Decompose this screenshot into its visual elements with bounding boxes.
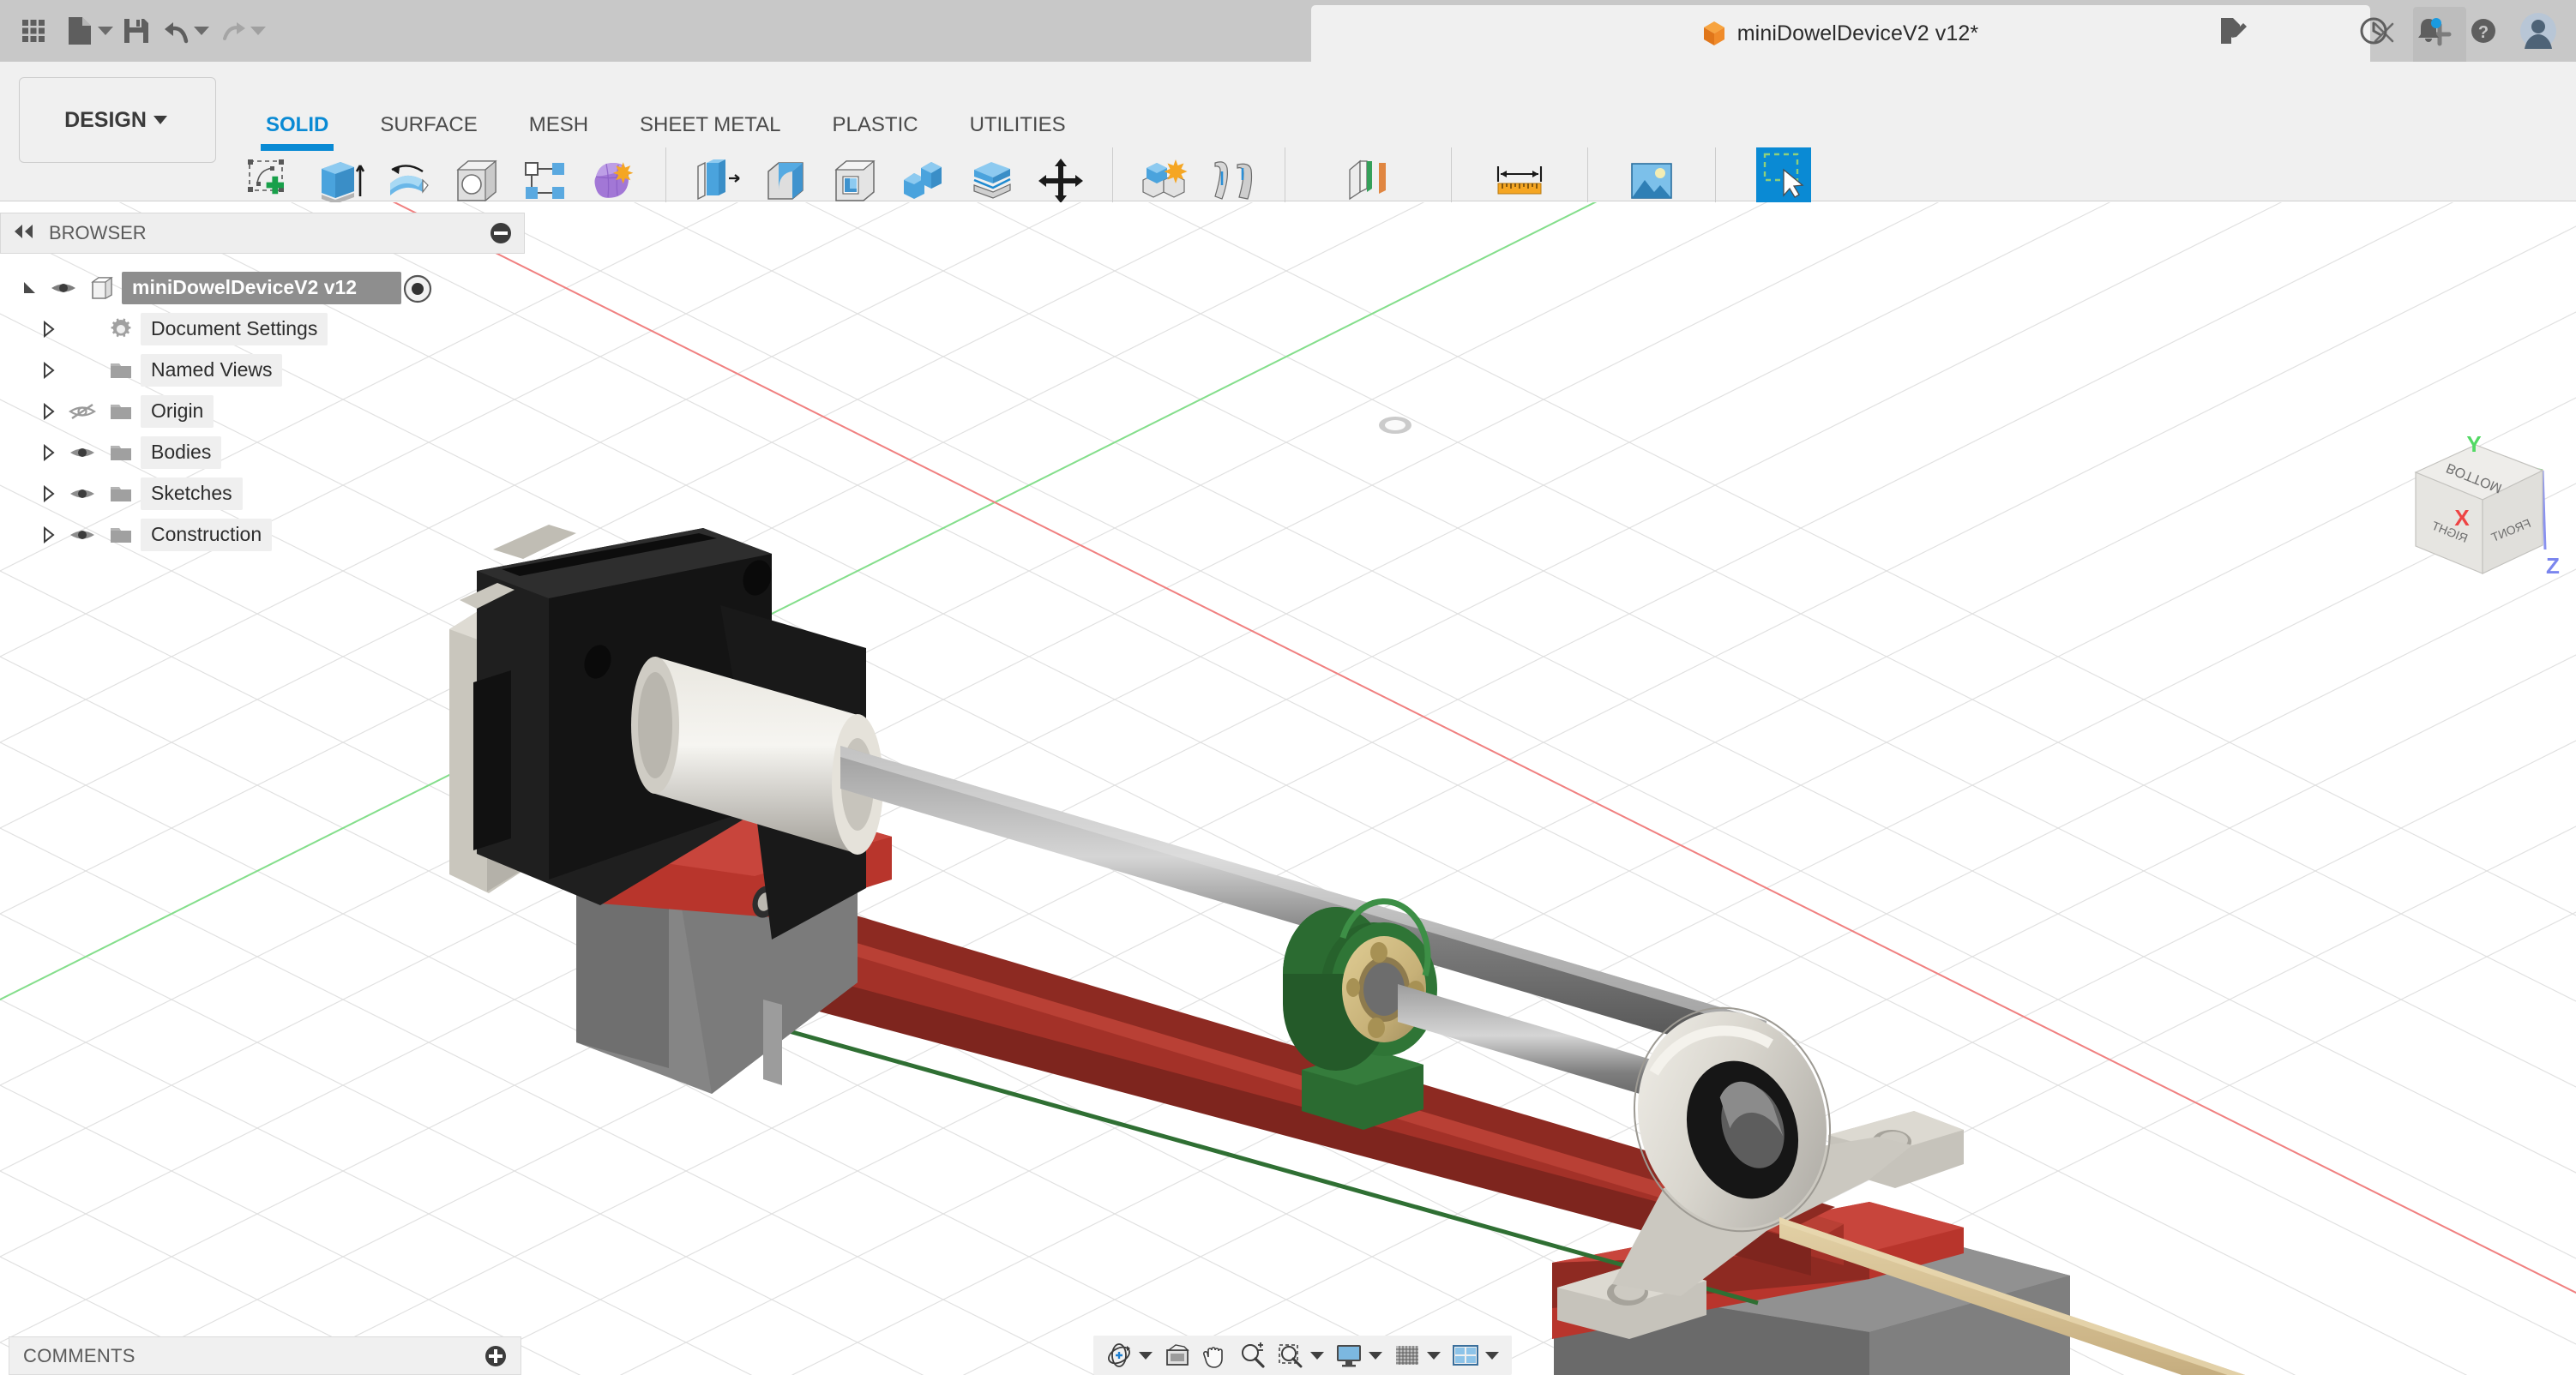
- folder-icon: [101, 401, 141, 422]
- question-mark-icon[interactable]: ?: [2456, 3, 2511, 58]
- tree-item-label: Origin: [141, 395, 214, 428]
- redo-icon[interactable]: [213, 4, 252, 57]
- visibility-eye-icon[interactable]: [45, 279, 82, 297]
- visibility-eye-icon[interactable]: [63, 526, 101, 543]
- undo-icon[interactable]: [156, 4, 196, 57]
- orbit-dropdown-caret[interactable]: [1139, 1351, 1153, 1360]
- new-document-dropdown-caret[interactable]: [98, 27, 113, 35]
- new-document-icon[interactable]: [60, 4, 99, 57]
- top-bar: miniDowelDeviceV2 v12* 4 of 10: [0, 0, 2576, 62]
- expand-arrow-icon[interactable]: [34, 444, 63, 461]
- folder-icon: [101, 360, 141, 381]
- tree-root-label: miniDowelDeviceV2 v12: [122, 272, 402, 304]
- tree-item-bodies[interactable]: Bodies: [0, 432, 525, 473]
- quick-access-toolbar: [0, 0, 269, 62]
- workspace-selector[interactable]: DESIGN: [19, 77, 216, 163]
- tree-item-construction[interactable]: Construction: [0, 514, 525, 555]
- document-edit-icon[interactable]: [2206, 3, 2260, 58]
- axis-label-z: Z: [2546, 553, 2560, 579]
- redo-dropdown-caret[interactable]: [250, 27, 266, 35]
- folder-icon: [101, 442, 141, 463]
- expand-arrow-root[interactable]: [15, 279, 45, 297]
- browser-header: BROWSER: [0, 213, 525, 254]
- svg-text:?: ?: [2478, 23, 2489, 42]
- expand-arrow-icon[interactable]: [34, 485, 63, 502]
- grid-snaps-dropdown-caret[interactable]: [1427, 1351, 1441, 1360]
- document-title: miniDowelDeviceV2 v12*: [1736, 21, 1979, 45]
- document-tab-strip: miniDowelDeviceV2 v12*: [269, 0, 2466, 62]
- display-settings-icon[interactable]: [1330, 1338, 1368, 1372]
- tree-item-document-settings[interactable]: Document Settings: [0, 309, 525, 350]
- clock-icon[interactable]: [2346, 3, 2401, 58]
- orange-cube-icon: [1703, 21, 1725, 46]
- tab-mesh[interactable]: MESH: [503, 113, 614, 146]
- tree-item-label: Sketches: [141, 477, 243, 510]
- gear-icon: [101, 317, 141, 341]
- component-icon: [82, 276, 122, 300]
- tree-item-label: Named Views: [141, 354, 283, 387]
- tree-item-root[interactable]: miniDowelDeviceV2 v12: [0, 267, 525, 309]
- navigation-bar: [1093, 1336, 1512, 1375]
- expand-arrow-icon[interactable]: [34, 321, 63, 338]
- ribbon: DESIGN SOLID SURFACE MESH SHEET METAL PL…: [0, 62, 2576, 237]
- bell-icon[interactable]: [2401, 3, 2456, 58]
- look-at-icon[interactable]: [1159, 1338, 1196, 1372]
- folder-icon: [101, 525, 141, 545]
- minus-circle-icon[interactable]: [490, 222, 512, 244]
- axis-label-y: Y: [2466, 431, 2481, 457]
- tab-utilities[interactable]: UTILITIES: [944, 113, 1092, 146]
- notification-dot: [2431, 18, 2441, 28]
- axis-label-x: X: [2454, 505, 2470, 531]
- undo-dropdown-caret[interactable]: [194, 27, 209, 35]
- viewports-dropdown-caret[interactable]: [1485, 1351, 1499, 1360]
- zoom-window-dropdown-caret[interactable]: [1310, 1351, 1324, 1360]
- visibility-eye-off-icon[interactable]: [63, 402, 101, 421]
- workspace-label: DESIGN: [64, 107, 147, 132]
- select-window-icon[interactable]: [1755, 147, 1811, 202]
- orbit-icon[interactable]: [1100, 1338, 1138, 1372]
- plus-circle-icon[interactable]: [485, 1345, 507, 1367]
- chevron-down-icon: [153, 116, 167, 124]
- pan-icon[interactable]: [1196, 1338, 1234, 1372]
- comments-panel[interactable]: COMMENTS: [9, 1336, 521, 1375]
- expand-arrow-icon[interactable]: [34, 362, 63, 379]
- tree-item-label: Construction: [141, 519, 273, 551]
- tab-sheet-metal[interactable]: SHEET METAL: [614, 113, 806, 146]
- tree-item-label: Document Settings: [141, 313, 328, 345]
- zoom-window-icon[interactable]: [1272, 1338, 1309, 1372]
- grid-snaps-icon[interactable]: [1388, 1338, 1426, 1372]
- display-settings-dropdown-caret[interactable]: [1369, 1351, 1382, 1360]
- save-icon[interactable]: [117, 4, 156, 57]
- tree-item-named-views[interactable]: Named Views: [0, 350, 525, 391]
- expand-arrow-icon[interactable]: [34, 403, 63, 420]
- browser-panel: BROWSER miniDowelDeviceV2 v12 Document S…: [0, 213, 525, 555]
- tree-item-label: Bodies: [141, 436, 222, 469]
- expand-arrow-icon[interactable]: [34, 526, 63, 543]
- browser-title: BROWSER: [49, 222, 147, 243]
- zoom-icon[interactable]: [1234, 1338, 1272, 1372]
- activate-component-icon[interactable]: [403, 274, 432, 303]
- visibility-eye-icon[interactable]: [63, 444, 101, 461]
- visibility-eye-icon[interactable]: [63, 485, 101, 502]
- grid-menu-icon[interactable]: [7, 4, 60, 57]
- tab-plastic[interactable]: PLASTIC: [807, 113, 944, 146]
- viewports-icon[interactable]: [1447, 1338, 1484, 1372]
- tab-solid[interactable]: SOLID: [240, 113, 354, 151]
- view-cube[interactable]: BOTTOM RIGHT FRONT X Y Z: [2380, 421, 2576, 597]
- browser-tree: miniDowelDeviceV2 v12 Document Settings …: [0, 254, 525, 555]
- user-avatar-icon[interactable]: [2511, 3, 2566, 58]
- collapse-left-icon[interactable]: [13, 224, 37, 243]
- ribbon-tab-bar: SOLID SURFACE MESH SHEET METAL PLASTIC U…: [240, 113, 1092, 151]
- tree-item-origin[interactable]: Origin: [0, 391, 525, 432]
- comments-title: COMMENTS: [23, 1344, 135, 1366]
- tab-surface[interactable]: SURFACE: [354, 113, 503, 146]
- folder-icon: [101, 483, 141, 504]
- tree-root-wrap: miniDowelDeviceV2 v12: [0, 267, 525, 309]
- tree-item-sketches[interactable]: Sketches: [0, 473, 525, 514]
